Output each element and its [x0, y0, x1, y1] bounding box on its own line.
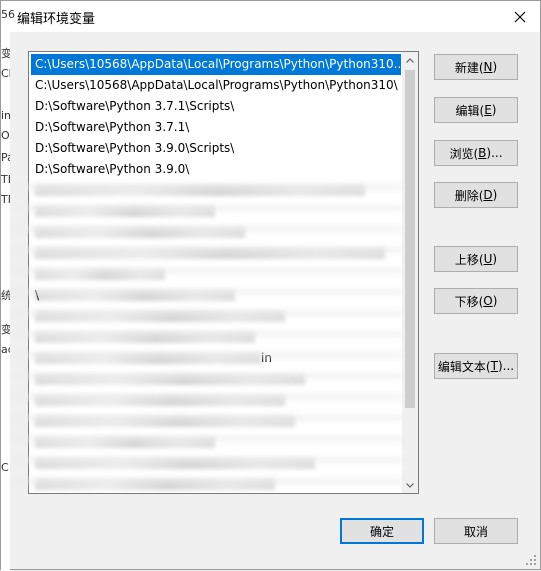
dialog-title: 编辑环境变量 — [17, 12, 96, 27]
button-label: 删除( — [454, 188, 484, 203]
close-button[interactable] — [500, 1, 540, 32]
button-mnemonic: D — [483, 188, 493, 202]
bg-fragment: ad — [1, 343, 10, 356]
list-item[interactable] — [31, 327, 401, 348]
move-down-button[interactable]: 下移(O) — [434, 288, 518, 314]
path-list[interactable]: C:\Users\10568\AppData\Local\Programs\Py… — [28, 51, 419, 494]
list-item[interactable] — [31, 243, 401, 264]
button-label-suffix: )... — [486, 146, 503, 160]
cancel-button[interactable]: 取消 — [434, 518, 518, 544]
title-bar[interactable]: 编辑环境变量 56 — [1, 1, 540, 32]
button-mnemonic: E — [484, 103, 492, 117]
list-item[interactable] — [31, 474, 401, 493]
edit-text-button[interactable]: 编辑文本(T)... — [434, 353, 518, 379]
list-item[interactable] — [31, 453, 401, 474]
list-item[interactable] — [31, 201, 401, 222]
scroll-up-button[interactable] — [402, 52, 418, 68]
button-label-suffix: ) — [492, 252, 498, 266]
button-label-suffix: ) — [492, 188, 498, 202]
new-button[interactable]: 新建(N) — [434, 54, 518, 80]
bg-fragment: C — [1, 461, 9, 474]
partial-path-text: \ — [35, 288, 40, 302]
bg-fragment: TE — [1, 173, 10, 186]
list-item[interactable] — [31, 411, 401, 432]
list-item[interactable]: C:\Users\10568\AppData\Local\Programs\Py… — [31, 75, 401, 96]
edit-environment-variable-dialog: 变 Ch in O Pa TE TM 统 变 ad C 编辑环境变量 56 C:… — [0, 0, 541, 571]
scroll-thumb[interactable] — [405, 70, 415, 408]
list-item[interactable] — [31, 369, 401, 390]
button-label: 下移( — [454, 294, 484, 309]
button-mnemonic: U — [483, 252, 493, 266]
chevron-up-icon — [406, 57, 414, 63]
bg-fragment: Ch — [1, 67, 10, 80]
close-icon — [514, 11, 526, 22]
button-mnemonic: N — [483, 60, 493, 74]
button-label-suffix: ) — [491, 103, 497, 117]
background-window-fragment: 变 Ch in O Pa TE TM 统 变 ad C — [1, 31, 10, 571]
button-label-suffix: ) — [492, 294, 498, 308]
list-item[interactable]: D:\Software\Python 3.7.1\Scripts\ — [31, 96, 401, 117]
button-mnemonic: B — [478, 146, 487, 160]
vertical-scrollbar[interactable] — [402, 52, 418, 493]
bg-fragment: O — [1, 129, 10, 142]
button-label: 编辑文本( — [437, 359, 491, 374]
list-item[interactable] — [31, 432, 401, 453]
button-label: 确定 — [369, 524, 394, 539]
button-label: 取消 — [463, 524, 488, 539]
bg-fragment: in — [1, 109, 10, 122]
partial-path-text: in — [261, 351, 272, 365]
list-item[interactable] — [31, 222, 401, 243]
list-item[interactable]: C:\Users\10568\AppData\Local\Programs\Py… — [31, 54, 401, 75]
resize-grip-icon[interactable] — [525, 554, 537, 566]
button-label: 浏览( — [449, 146, 479, 161]
bg-fragment: 56 — [1, 8, 15, 21]
ok-button[interactable]: 确定 — [340, 518, 424, 544]
list-item[interactable]: in — [31, 348, 401, 369]
bg-fragment: 变 — [1, 323, 10, 336]
list-item[interactable]: \ — [31, 285, 401, 306]
list-item[interactable] — [31, 306, 401, 327]
delete-button[interactable]: 删除(D) — [434, 182, 518, 208]
button-mnemonic: O — [483, 294, 493, 308]
list-item[interactable]: D:\Software\Python 3.9.0\ — [31, 159, 401, 180]
bg-fragment: TM — [1, 193, 10, 206]
list-item[interactable]: D:\Software\Python 3.7.1\ — [31, 117, 401, 138]
move-up-button[interactable]: 上移(U) — [434, 246, 518, 272]
button-label: 新建( — [454, 60, 484, 75]
scroll-down-button[interactable] — [402, 477, 418, 493]
bg-fragment: 统 — [1, 289, 10, 302]
list-item[interactable] — [31, 180, 401, 201]
chevron-down-icon — [406, 482, 414, 488]
button-label-suffix: ) — [492, 60, 498, 74]
bg-fragment: 变 — [1, 47, 10, 60]
bg-fragment: Pa — [1, 151, 10, 164]
list-item[interactable] — [31, 390, 401, 411]
path-list-items: C:\Users\10568\AppData\Local\Programs\Py… — [31, 54, 401, 493]
list-item[interactable]: D:\Software\Python 3.9.0\Scripts\ — [31, 138, 401, 159]
button-label-suffix: )... — [497, 359, 515, 373]
edit-button[interactable]: 编辑(E) — [434, 97, 518, 123]
list-item[interactable] — [31, 264, 401, 285]
button-label: 编辑( — [455, 103, 485, 118]
browse-button[interactable]: 浏览(B)... — [434, 140, 518, 166]
button-mnemonic: T — [490, 359, 498, 373]
button-label: 上移( — [454, 252, 484, 267]
